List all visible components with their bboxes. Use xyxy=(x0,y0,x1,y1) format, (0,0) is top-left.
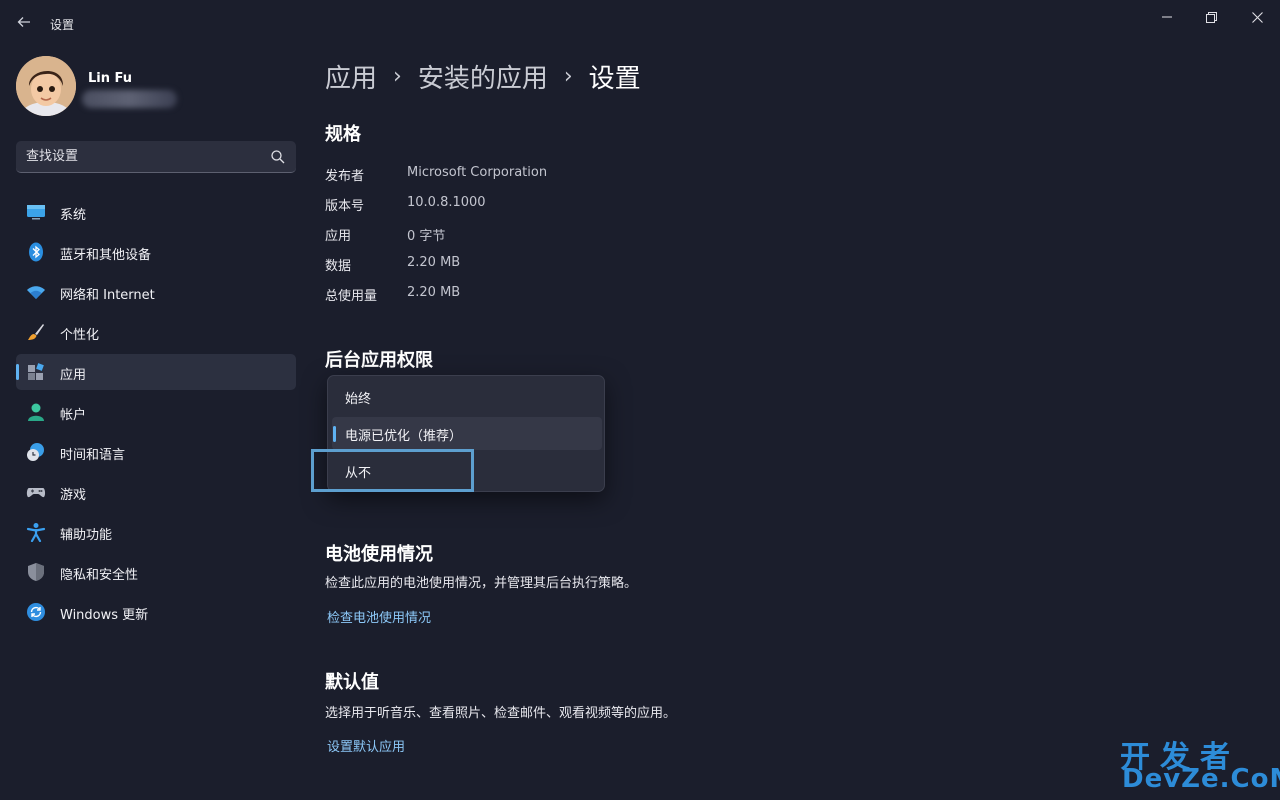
breadcrumb-separator: › xyxy=(393,63,402,89)
minimize-button[interactable] xyxy=(1144,6,1190,28)
watermark-logo: 开发者 DevZe.CoM xyxy=(1120,732,1280,796)
option-label: 从不 xyxy=(345,466,372,481)
breadcrumb-installed-apps[interactable]: 安装的应用 xyxy=(418,58,548,95)
battery-usage-heading: 电池使用情况 xyxy=(325,544,433,565)
breadcrumb: 应用 › 安装的应用 › 设置 xyxy=(325,58,641,94)
spec-value: 0 字节 xyxy=(407,229,446,244)
option-label: 电源已优化（推荐） xyxy=(345,429,463,444)
app-title: 设置 xyxy=(50,18,75,32)
clock-globe-icon xyxy=(27,443,44,461)
set-default-apps-link[interactable]: 设置默认应用 xyxy=(327,736,405,755)
sidebar-item-system[interactable]: 系统 xyxy=(16,194,296,230)
shield-icon xyxy=(28,563,44,581)
sidebar-item-label: 辅助功能 xyxy=(60,528,113,543)
sidebar-item-label: 系统 xyxy=(60,208,87,223)
sidebar-item-label: 个性化 xyxy=(60,328,100,343)
back-arrow-icon xyxy=(17,17,30,27)
defaults-heading: 默认值 xyxy=(325,672,379,693)
sidebar-item-privacy-security[interactable]: 隐私和安全性 xyxy=(16,554,296,590)
wifi-icon xyxy=(27,286,45,299)
spec-key: 总使用量 xyxy=(325,289,378,304)
spec-key: 数据 xyxy=(325,259,352,274)
restore-icon xyxy=(1205,11,1217,23)
spec-value: 10.0.8.1000 xyxy=(407,195,486,210)
sidebar-item-apps[interactable]: 应用 xyxy=(16,354,296,390)
spec-value: 2.20 MB xyxy=(407,285,461,300)
sidebar-nav: 系统 蓝牙和其他设备 网络和 Internet 个性化 应用 帐户 时间和语言 … xyxy=(16,194,296,634)
sidebar-item-label: 隐私和安全性 xyxy=(60,568,139,583)
spec-key: 发布者 xyxy=(325,169,365,184)
avatar-image xyxy=(16,56,76,116)
sidebar-item-label: 帐户 xyxy=(60,408,87,423)
gamepad-icon xyxy=(26,488,46,498)
restore-button[interactable] xyxy=(1188,6,1234,28)
sidebar-item-bluetooth[interactable]: 蓝牙和其他设备 xyxy=(16,234,296,270)
search-icon[interactable] xyxy=(270,149,286,165)
defaults-description: 选择用于听音乐、查看照片、检查邮件、观看视频等的应用。 xyxy=(325,706,677,721)
sidebar-item-accessibility[interactable]: 辅助功能 xyxy=(16,514,296,550)
monitor-icon xyxy=(27,205,45,220)
battery-usage-description: 检查此应用的电池使用情况，并管理其后台执行策略。 xyxy=(325,576,638,591)
background-permissions-heading: 后台应用权限 xyxy=(325,350,433,371)
sidebar-item-accounts[interactable]: 帐户 xyxy=(16,394,296,430)
specs-heading: 规格 xyxy=(325,124,361,145)
brush-icon xyxy=(28,324,44,340)
search-input[interactable] xyxy=(16,141,266,172)
watermark-line2: DevZe.CoM xyxy=(1122,764,1280,794)
spec-value: Microsoft Corporation xyxy=(407,165,548,180)
close-button[interactable] xyxy=(1234,6,1280,28)
apps-icon xyxy=(28,363,44,380)
minimize-icon xyxy=(1162,16,1172,18)
update-icon xyxy=(27,603,45,621)
sidebar-item-personalization[interactable]: 个性化 xyxy=(16,314,296,350)
option-power-optimized[interactable]: 电源已优化（推荐） xyxy=(332,417,602,450)
spec-value: 2.20 MB xyxy=(407,255,461,270)
close-icon xyxy=(1251,11,1263,23)
sidebar-item-label: 时间和语言 xyxy=(60,448,126,463)
sidebar-item-network[interactable]: 网络和 Internet xyxy=(16,274,296,310)
breadcrumb-current-page: 设置 xyxy=(588,63,641,94)
option-label: 始终 xyxy=(345,392,372,407)
breadcrumb-apps[interactable]: 应用 xyxy=(325,58,377,95)
sidebar-item-label: Windows 更新 xyxy=(60,608,149,623)
spec-key: 版本号 xyxy=(325,199,365,214)
sidebar-item-label: 游戏 xyxy=(60,488,87,503)
sidebar-item-label: 网络和 Internet xyxy=(60,288,155,303)
sidebar-item-label: 应用 xyxy=(60,368,87,383)
person-icon xyxy=(28,403,44,421)
profile-email-redacted xyxy=(82,90,177,108)
back-button[interactable] xyxy=(12,10,36,34)
sidebar-item-time-language[interactable]: 时间和语言 xyxy=(16,434,296,470)
title-bar: 设置 xyxy=(0,0,1280,48)
sidebar-item-label: 蓝牙和其他设备 xyxy=(60,248,152,263)
breadcrumb-separator: › xyxy=(563,63,573,89)
option-always[interactable]: 始终 xyxy=(332,380,602,413)
check-battery-usage-link[interactable]: 检查电池使用情况 xyxy=(327,607,431,626)
accessibility-icon xyxy=(26,523,46,542)
sidebar-item-gaming[interactable]: 游戏 xyxy=(16,474,296,510)
avatar[interactable] xyxy=(16,56,76,116)
profile-name: Lin Fu xyxy=(88,71,133,86)
bluetooth-icon xyxy=(29,242,43,262)
spec-key: 应用 xyxy=(325,229,352,244)
search-box[interactable] xyxy=(16,141,296,173)
background-permission-dropdown: 始终 电源已优化（推荐） 从不 xyxy=(327,375,605,492)
option-never[interactable]: 从不 xyxy=(332,454,602,487)
sidebar-item-windows-update[interactable]: Windows 更新 xyxy=(16,594,296,630)
